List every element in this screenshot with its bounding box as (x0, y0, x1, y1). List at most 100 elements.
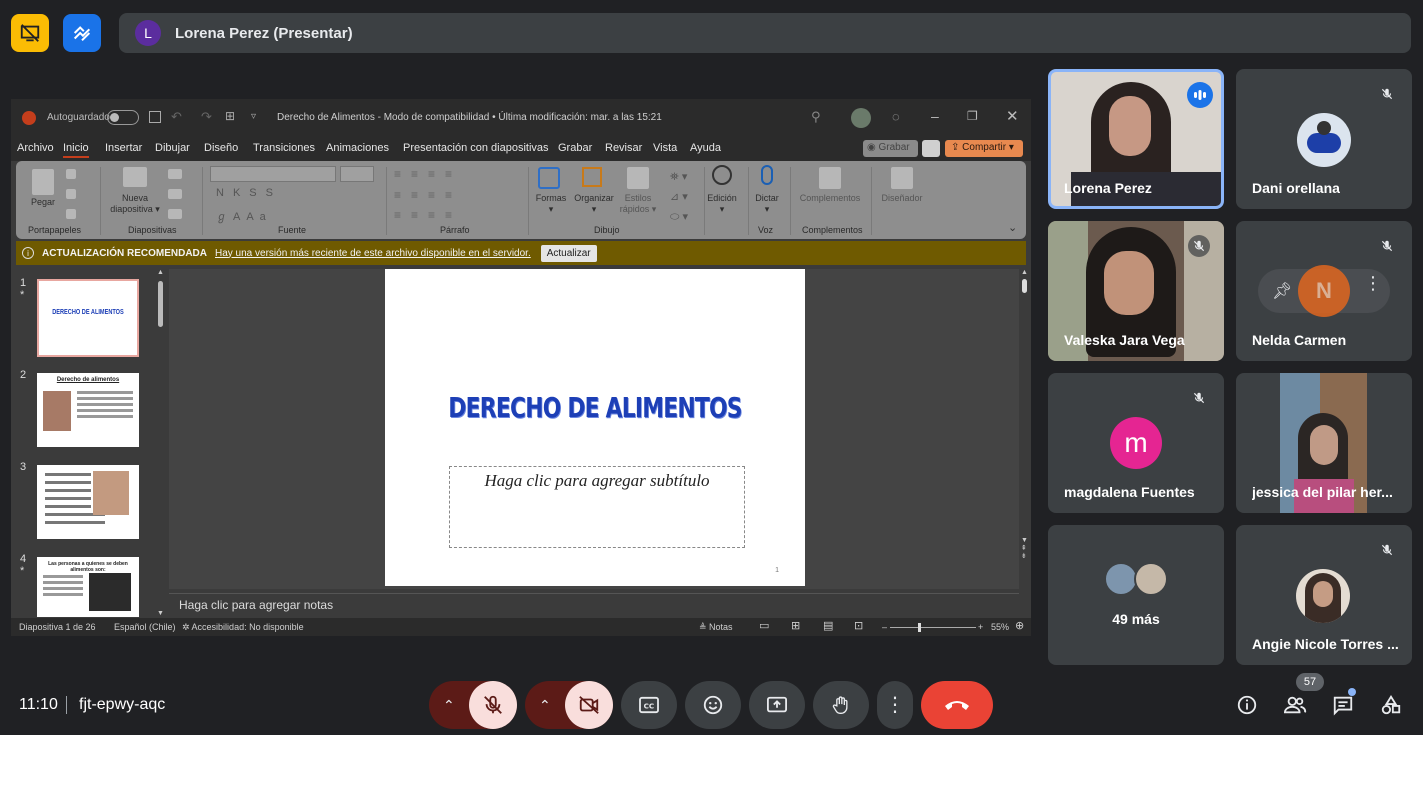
font-style-buttons[interactable]: NKSS (216, 187, 282, 199)
redo-icon[interactable]: ↷ (201, 109, 212, 125)
designer-label[interactable]: Diseñador (874, 193, 930, 204)
shape-format-buttons[interactable]: ⛯ ▾ ⊿ ▾ ⬭ ▾ (670, 167, 688, 227)
quick-styles-icon[interactable] (627, 167, 649, 189)
zoom-level[interactable]: 55% (991, 622, 1009, 632)
share-button[interactable]: ⇪ Compartir ▾ (945, 140, 1023, 157)
format-painter-icon[interactable] (66, 209, 76, 219)
participant-tile-more[interactable]: 49 más (1048, 525, 1224, 665)
document-title[interactable]: Derecho de Alimentos - Modo de compatibi… (277, 112, 662, 123)
menu-insertar[interactable]: Insertar (105, 142, 142, 154)
collapse-ribbon-icon[interactable]: ⌄ (1008, 221, 1017, 234)
menu-diseno[interactable]: Diseño (204, 142, 238, 154)
fit-slide-icon[interactable]: ⊕ (1015, 619, 1024, 632)
chevron-up-icon[interactable]: ⌃ (443, 697, 455, 714)
current-slide[interactable]: DERECHO DE ALIMENTOS Haga clic para agre… (385, 269, 805, 586)
participant-tile-magdalena[interactable]: m magdalena Fuentes (1048, 373, 1224, 513)
people-button[interactable] (1279, 689, 1311, 721)
leave-call-button[interactable] (921, 681, 993, 729)
whiteboard-icon[interactable] (63, 14, 101, 52)
cut-icon[interactable] (66, 169, 76, 179)
zoom-slider[interactable]: – + (882, 622, 983, 633)
lightbulb-icon[interactable]: ◌ (892, 109, 900, 124)
more-options-button[interactable]: ⋮ (877, 681, 913, 729)
menu-animaciones[interactable]: Animaciones (326, 142, 389, 154)
quick-styles-label[interactable]: Estilos rápidos ▾ (614, 193, 662, 215)
thumbnail-3[interactable] (37, 465, 139, 539)
font-color-buttons[interactable]: ℊAAa (216, 208, 272, 224)
captions-button[interactable]: CC (621, 681, 677, 729)
raise-hand-button[interactable] (813, 681, 869, 729)
meeting-code[interactable]: fjt-epwy-aqc (79, 696, 165, 714)
dictate-label[interactable]: Dictar ▾ (750, 193, 784, 215)
menu-transiciones[interactable]: Transiciones (253, 142, 315, 154)
menu-presentacion[interactable]: Presentación con diapositivas (403, 142, 549, 154)
sorter-view-icon[interactable]: ⊞ (791, 619, 800, 632)
notes-pane[interactable]: Haga clic para agregar notas (169, 593, 1019, 615)
update-button[interactable]: Actualizar (540, 244, 597, 262)
thumbnail-2[interactable]: Derecho de alimentos (37, 373, 139, 447)
font-name-select[interactable] (210, 166, 336, 182)
arrange-icon[interactable] (582, 167, 602, 187)
meeting-details-button[interactable] (1231, 689, 1263, 721)
save-icon[interactable] (149, 111, 161, 123)
pin-icon[interactable]: 📌︎ (1272, 281, 1292, 301)
search-icon[interactable]: ⚲ (811, 109, 821, 125)
layout-icon[interactable] (168, 169, 182, 179)
section-icon[interactable] (168, 209, 182, 219)
menu-dibujar[interactable]: Dibujar (155, 142, 190, 154)
customize-toolbar-icon[interactable]: ▿ (251, 111, 256, 122)
designer-icon[interactable] (891, 167, 913, 189)
slideshow-view-icon[interactable]: ⊡ (854, 619, 863, 632)
close-icon[interactable]: ✕ (1006, 107, 1019, 125)
comments-icon[interactable] (922, 140, 940, 157)
autosave-toggle[interactable] (107, 110, 139, 125)
edit-label[interactable]: Edición ▾ (700, 193, 744, 215)
menu-revisar[interactable]: Revisar (605, 142, 642, 154)
font-size-select[interactable] (340, 166, 374, 182)
reading-view-icon[interactable]: ▤ (823, 619, 833, 632)
undo-icon[interactable]: ↶ (171, 109, 182, 125)
camera-toggle-button[interactable] (565, 681, 613, 729)
shapes-icon[interactable] (538, 167, 560, 189)
thumbnails-scrollbar[interactable]: ▲ ▼ (156, 269, 166, 617)
minimize-icon[interactable]: – (931, 108, 939, 124)
reactions-button[interactable] (685, 681, 741, 729)
participant-tile-angie[interactable]: Angie Nicole Torres ... (1236, 525, 1412, 665)
menu-archivo[interactable]: Archivo (17, 142, 54, 154)
menu-inicio[interactable]: Inicio (63, 142, 89, 158)
participant-tile-jessica[interactable]: jessica del pilar her... (1236, 373, 1412, 513)
align-buttons[interactable]: ≡≡≡≡ (394, 208, 462, 222)
arrange-label[interactable]: Organizar ▾ (568, 193, 620, 215)
participant-tile-lorena[interactable]: Lorena Perez (1048, 69, 1224, 209)
reset-icon[interactable] (168, 189, 182, 199)
present-now-button[interactable] (749, 681, 805, 729)
list-buttons[interactable]: ≡≡≡≡ (394, 167, 462, 181)
microphone-icon[interactable] (761, 165, 773, 185)
slide-scrollbar[interactable]: ▲ ▼ ⇞ ⇟ (1020, 269, 1030, 589)
menu-vista[interactable]: Vista (653, 142, 677, 154)
chevron-up-icon[interactable]: ⌃ (539, 697, 551, 714)
participant-tile-valeska[interactable]: Valeska Jara Vega (1048, 221, 1224, 361)
new-slide-icon[interactable] (123, 167, 147, 187)
thumbnail-1[interactable]: DERECHO DE ALIMENTOS (37, 279, 139, 357)
user-avatar[interactable] (851, 108, 871, 128)
accessibility-status[interactable]: ✲ Accesibilidad: No disponible (182, 622, 304, 633)
activities-button[interactable] (1375, 689, 1407, 721)
presenter-bar[interactable]: L Lorena Perez (Presentar) (119, 13, 1411, 53)
present-icon[interactable]: ⊞ (225, 109, 235, 123)
menu-grabar[interactable]: Grabar (558, 142, 592, 154)
stop-presenting-icon[interactable] (11, 14, 49, 52)
thumbnail-4[interactable]: Las personas a quienes se deben alimento… (37, 557, 139, 617)
notes-toggle[interactable]: ≜ Notas (699, 622, 733, 633)
new-slide-label[interactable]: Nueva diapositiva ▾ (104, 193, 166, 215)
mic-toggle-button[interactable] (469, 681, 517, 729)
copy-icon[interactable] (66, 189, 76, 199)
record-button[interactable]: ◉ Grabar (863, 140, 918, 157)
update-message[interactable]: Hay una versión más reciente de este arc… (215, 248, 531, 259)
language-status[interactable]: Español (Chile) (114, 622, 176, 632)
menu-ayuda[interactable]: Ayuda (690, 142, 721, 154)
find-icon[interactable] (712, 165, 732, 185)
normal-view-icon[interactable]: ▭ (759, 619, 769, 632)
indent-buttons[interactable]: ≡≡≡≡ (394, 188, 462, 202)
participant-tile-nelda[interactable]: 📌︎ N ⋮ Nelda Carmen (1236, 221, 1412, 361)
